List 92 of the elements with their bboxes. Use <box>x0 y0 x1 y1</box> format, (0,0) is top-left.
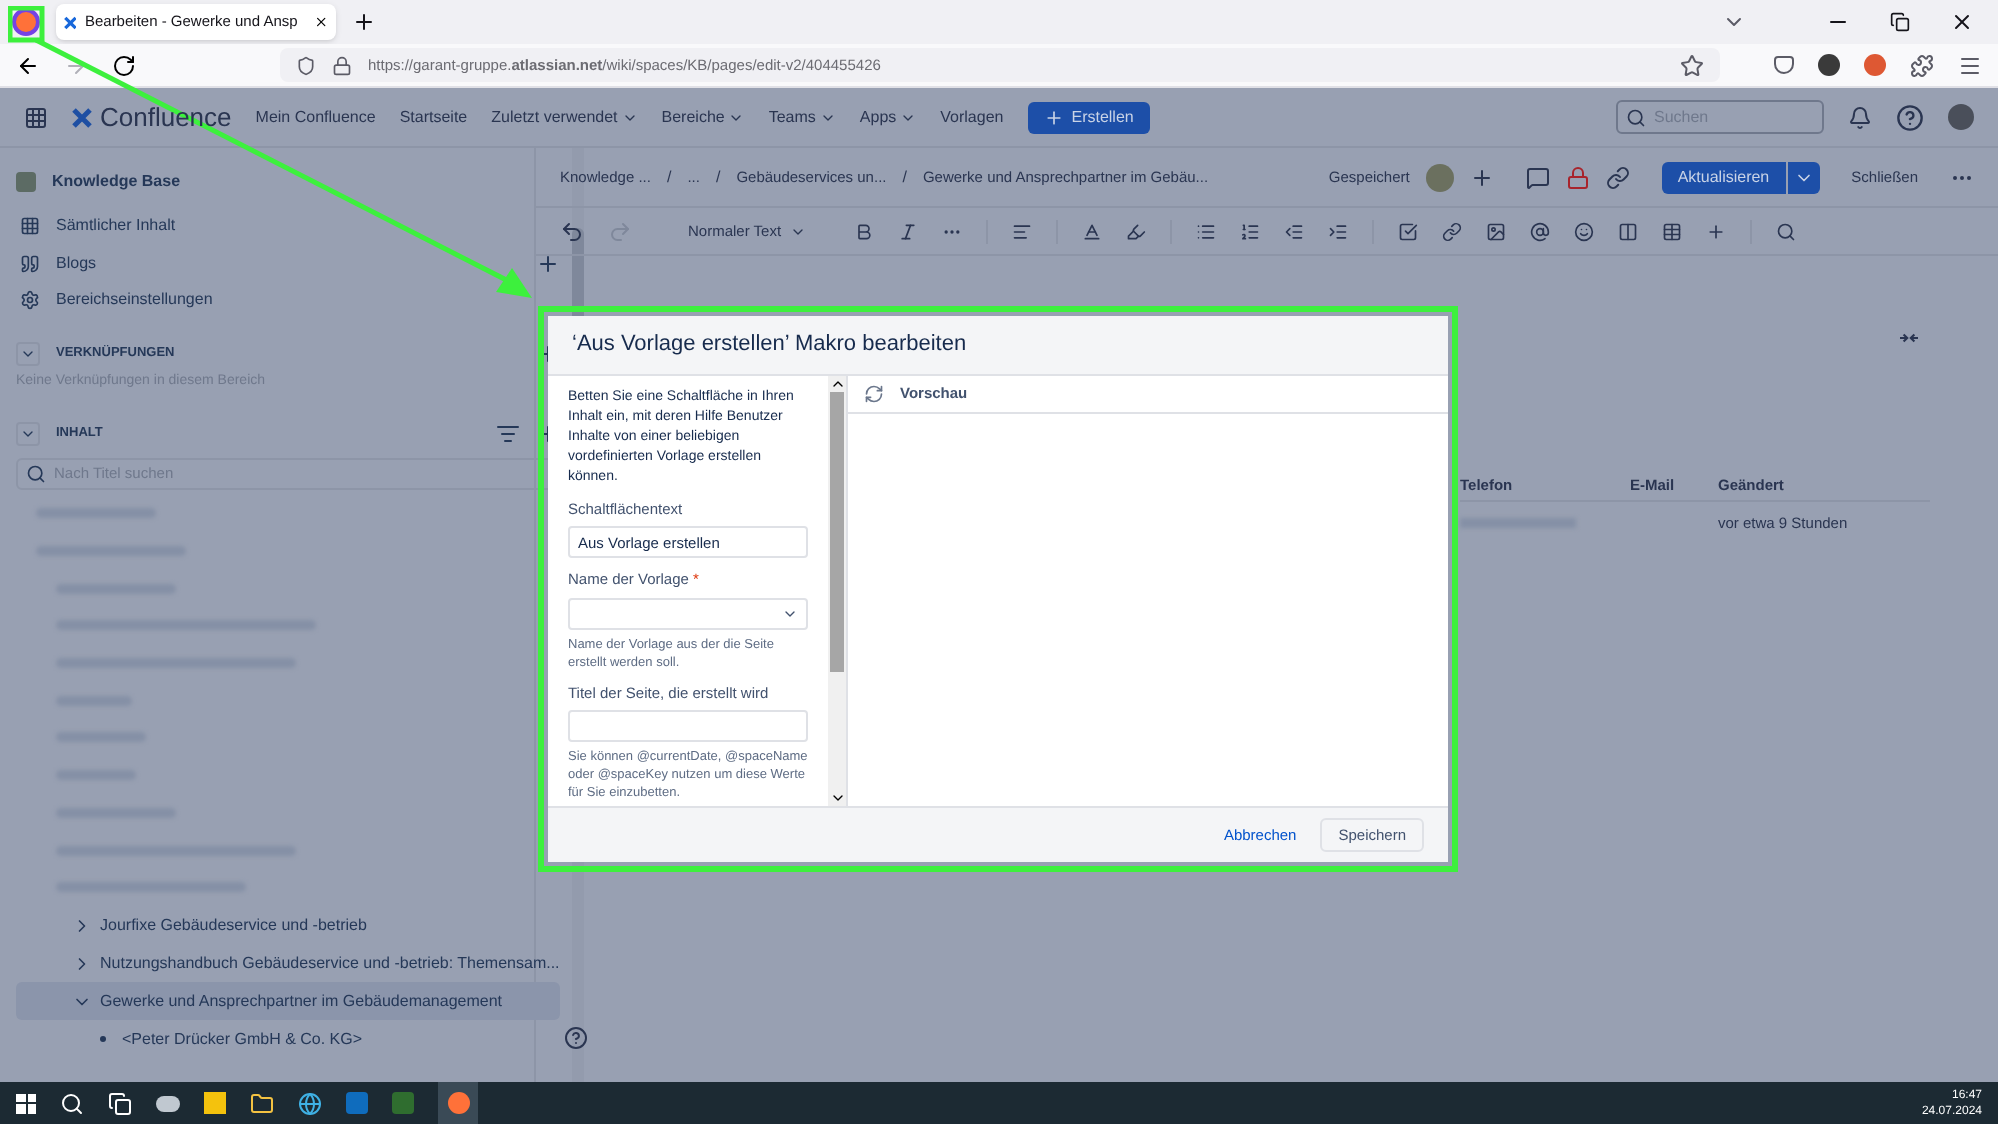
link-icon[interactable] <box>1605 165 1630 189</box>
toolbar-icon[interactable] <box>853 221 874 241</box>
avatar <box>1425 163 1454 191</box>
toolbar-icon[interactable] <box>1081 221 1102 241</box>
app-switcher-icon[interactable] <box>24 105 48 129</box>
pocket-icon[interactable] <box>1774 56 1794 74</box>
collapse-toggle[interactable] <box>16 341 40 365</box>
toolbar-icon[interactable] <box>1441 221 1462 241</box>
back-icon[interactable] <box>16 53 40 77</box>
sidebar-item[interactable]: Bereichseinstellungen <box>56 288 213 313</box>
scroll-down-icon[interactable] <box>829 790 845 806</box>
help-icon[interactable] <box>1896 103 1924 131</box>
page-tree-item[interactable]: <Peter Drücker GmbH & Co. KG> <box>16 1020 560 1059</box>
toolbar-icon[interactable] <box>1661 221 1682 241</box>
add-icon[interactable] <box>1469 165 1494 189</box>
toolbar-icon[interactable] <box>1283 221 1304 241</box>
windows-start-icon[interactable] <box>16 1093 36 1113</box>
breadcrumb-separator: / <box>902 165 907 189</box>
page-tree-item[interactable]: Gewerke und Ansprechpartner im Gebäudemanagement <box>16 982 560 1021</box>
filter-icon[interactable] <box>495 421 520 445</box>
extension-badge-icon[interactable] <box>1818 54 1840 76</box>
toolbar-icon[interactable] <box>897 221 918 241</box>
refresh-icon[interactable] <box>864 384 884 404</box>
lock-icon <box>332 55 352 75</box>
scrollbar-thumb[interactable] <box>830 392 844 672</box>
nav-menu-item[interactable]: Vorlagen <box>940 105 1004 129</box>
nav-menu-item[interactable]: Zuletzt verwendet <box>491 105 638 129</box>
create-button[interactable]: Erstellen <box>1027 101 1150 133</box>
update-button[interactable]: Aktualisieren <box>1661 161 1786 193</box>
help-icon[interactable] <box>564 1026 588 1050</box>
sidebar-item[interactable]: Blogs <box>56 251 97 276</box>
toolbar-icon[interactable] <box>1617 221 1638 241</box>
collapse-toggle[interactable] <box>16 421 40 445</box>
settings-icon <box>20 290 40 311</box>
lock-icon[interactable] <box>1565 165 1590 189</box>
nav-menu-item[interactable]: Mein Confluence <box>255 105 376 129</box>
page-tree-item[interactable]: Jourfixe Gebäudeservice und -betrieb <box>16 906 560 945</box>
bookmark-star-icon[interactable] <box>1680 53 1704 77</box>
breadcrumb-separator: / <box>715 165 721 189</box>
x-logo-icon <box>64 13 77 31</box>
plus-icon <box>1043 107 1064 127</box>
space-name[interactable]: Knowledge Base <box>52 170 181 194</box>
reload-icon[interactable] <box>112 53 136 77</box>
page-tree-item[interactable]: Nutzungshandbuch Gebäudeservice und -betrieb: Themensam... <box>16 944 560 983</box>
confluence-logo-icon <box>72 107 92 127</box>
update-options-button[interactable] <box>1787 161 1820 193</box>
breadcrumb-separator: / <box>666 165 672 189</box>
blurred-text <box>1460 518 1576 528</box>
avatar[interactable] <box>1948 104 1974 130</box>
nav-menu-item[interactable]: Apps <box>859 105 917 129</box>
browser-icon[interactable] <box>298 1091 322 1115</box>
new-tab-icon[interactable] <box>352 10 376 34</box>
toolbar-icon[interactable] <box>1705 221 1726 241</box>
quote-icon <box>20 253 40 274</box>
toolbar-icon[interactable] <box>1397 221 1418 241</box>
cloud-app-icon[interactable] <box>156 1095 180 1111</box>
toolbar-icon[interactable] <box>1529 221 1550 241</box>
toolbar-icon[interactable] <box>1125 221 1146 241</box>
dialog-title: ‘Aus Vorlage erstellen’ Makro bearbeiten <box>572 330 967 361</box>
nav-menu-item[interactable]: Teams <box>768 105 836 129</box>
restore-icon[interactable] <box>1890 12 1910 32</box>
sidebar-item[interactable]: Sämtlicher Inhalt <box>56 214 176 239</box>
menu-icon[interactable] <box>1958 53 1982 77</box>
toolbar-icon[interactable] <box>1775 221 1796 241</box>
notification-bell-icon[interactable] <box>1848 105 1872 129</box>
search-icon <box>1626 107 1646 127</box>
select-field[interactable] <box>568 597 808 629</box>
input-field[interactable] <box>568 709 808 742</box>
firefox-icon[interactable] <box>438 1082 478 1124</box>
space-avatar <box>16 172 36 192</box>
shield-icon <box>296 55 316 75</box>
folder-icon[interactable] <box>250 1091 274 1115</box>
search-icon[interactable] <box>60 1091 84 1115</box>
nav-menu-item[interactable]: Startseite <box>399 105 468 129</box>
comment-icon[interactable] <box>1525 165 1550 189</box>
duck-extension-icon[interactable] <box>1864 54 1886 76</box>
scroll-up-icon[interactable] <box>829 376 845 392</box>
grid-icon <box>20 216 40 237</box>
toolbar-icon[interactable] <box>1011 221 1032 241</box>
close-icon[interactable] <box>313 12 328 32</box>
search-icon <box>26 463 46 483</box>
task-view-icon[interactable] <box>108 1091 132 1115</box>
toolbar-icon[interactable] <box>1239 221 1260 241</box>
toolbar-icon[interactable] <box>1327 221 1348 241</box>
toolbar-icon[interactable] <box>1573 221 1594 241</box>
close-window-icon[interactable] <box>1950 10 1974 34</box>
undo-icon[interactable] <box>560 219 584 243</box>
toolbar-icon[interactable] <box>1485 221 1506 241</box>
extensions-icon[interactable] <box>1910 53 1934 77</box>
nav-menu-item[interactable]: Bereiche <box>661 105 745 129</box>
collapse-width-icon[interactable] <box>1900 332 1918 344</box>
bullet-icon <box>100 1036 106 1043</box>
